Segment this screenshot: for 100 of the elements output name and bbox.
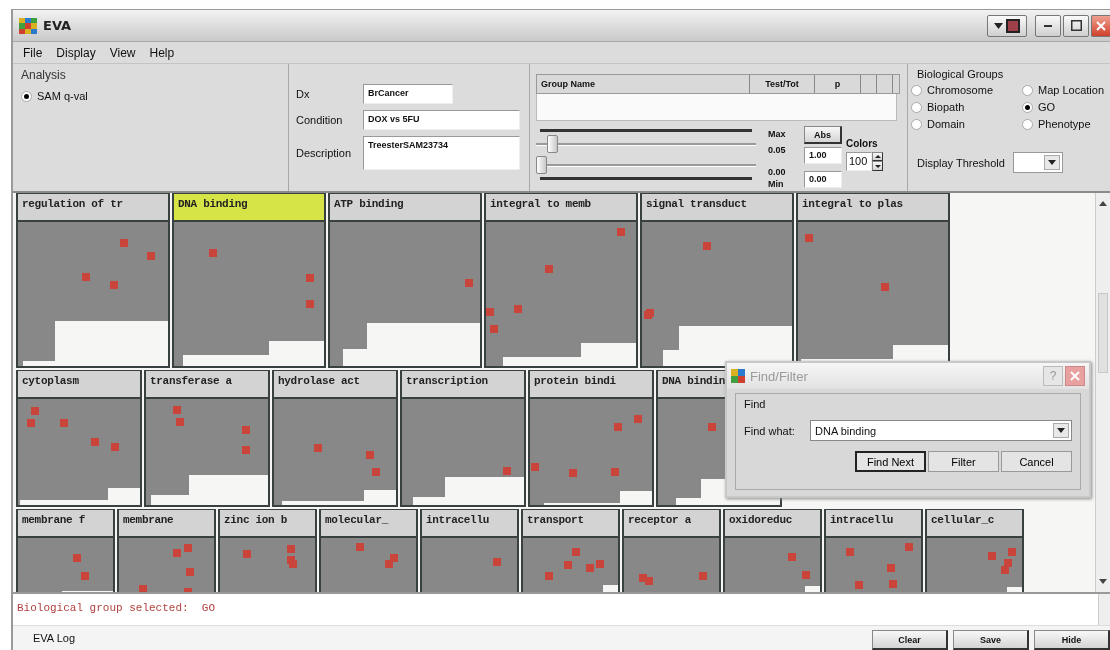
radio-label[interactable]: Phenotype [1038,118,1091,130]
radio-button[interactable] [911,84,922,96]
spinner-field[interactable]: 100 [846,152,872,171]
log-button[interactable]: Hide [1034,630,1110,650]
data-point [90,438,99,447]
radio-button[interactable] [1022,101,1033,113]
close-button[interactable] [1091,14,1110,37]
log-button[interactable]: Save [953,630,1029,650]
tile-title[interactable]: intracellu [826,510,921,538]
tile-title[interactable]: hydrolase act [274,371,396,399]
radio-label[interactable]: GO [1038,101,1056,113]
text-field[interactable]: 0.00 [804,171,842,188]
data-point [30,406,39,415]
data-point [59,419,68,428]
menu-item[interactable]: Help [149,45,175,60]
radio-button[interactable] [911,101,922,113]
tile-title[interactable]: cellular_c [927,510,1022,538]
data-point [708,423,717,432]
vertical-scrollbar[interactable] [1095,193,1110,592]
menu-item[interactable]: View [109,45,136,60]
text-field[interactable]: BrCancer [363,84,453,104]
window-title: EVA [43,18,72,33]
data-point [146,251,155,260]
minimize-button[interactable] [1035,14,1061,37]
radio-button[interactable] [21,90,32,102]
radio-button[interactable] [911,118,922,130]
field-label: Description [296,147,353,159]
tile-title[interactable]: integral to memb [486,194,636,222]
tile-title[interactable]: receptor a [624,510,719,538]
tile-title[interactable]: signal transduct [642,194,792,222]
find-what-combo[interactable]: DNA binding [810,420,1072,441]
data-point [365,450,374,459]
spin-down-button[interactable] [872,161,883,171]
menu-item[interactable]: File [23,45,43,60]
tile-title[interactable]: protein bindi [530,371,652,399]
tile-title[interactable]: transport [523,510,618,538]
threshold-dropdown[interactable] [1012,152,1063,173]
slider-thumb[interactable] [546,135,558,153]
column-header[interactable]: Group Name [537,75,750,93]
tile-title[interactable]: membrane f [18,510,113,538]
data-point [372,467,381,476]
radio-button[interactable] [1022,84,1033,96]
vertical-scrollbar[interactable] [1098,594,1110,625]
slider[interactable] [536,156,756,174]
text-field[interactable]: TreesterSAM23734 [363,136,520,170]
maximize-button[interactable] [1063,14,1089,37]
max-value: 0.05 [768,144,787,156]
slider-thumb[interactable] [536,156,547,174]
tile-title[interactable]: integral to plas [798,194,948,222]
window-menu-button[interactable] [987,14,1027,37]
tile-title[interactable]: ATP binding [330,194,480,222]
app-icon [731,369,745,383]
text-field[interactable]: DOX vs 5FU [363,110,520,130]
radio-button[interactable] [1022,118,1033,130]
tile-title[interactable]: oxidoreduc [725,510,820,538]
tile-title[interactable]: transferase a [146,371,268,399]
tile-title[interactable]: DNA binding [174,194,324,222]
close-button[interactable] [1065,366,1085,386]
close-icon [1096,20,1106,31]
radio-label[interactable]: Biopath [927,101,965,113]
data-point [530,463,539,472]
tile-title[interactable]: zinc ion b [220,510,315,538]
radio-label[interactable]: Map Location [1038,84,1105,96]
data-point [596,559,605,568]
data-point [175,418,184,427]
data-point [571,547,580,556]
radio-label[interactable]: Domain [927,118,965,130]
tile-title[interactable]: molecular_ [321,510,416,538]
tile-title[interactable]: membrane [119,510,214,538]
data-point [545,572,554,581]
minimize-icon [1044,24,1052,27]
field-label: Condition [296,114,344,126]
radio-label[interactable]: SAM q-val [37,90,88,102]
data-point [208,248,217,257]
field-label: Find what: [744,424,796,437]
column-header[interactable]: Test/Tot [750,75,815,93]
data-point [287,545,296,554]
tile-title[interactable]: intracellu [422,510,517,538]
data-point [390,553,399,562]
dialog-button[interactable]: Cancel [1001,451,1072,472]
data-point [702,241,711,250]
log-button[interactable]: Clear [872,630,948,650]
text-field[interactable]: 1.00 [804,147,842,164]
data-point [846,547,855,556]
group-title: Biological Groups [917,68,1005,80]
data-point [1004,558,1013,567]
tile-title[interactable]: cytoplasm [18,371,140,399]
menu-item[interactable]: Display [56,45,96,60]
abs-button[interactable]: Abs [804,126,842,144]
dialog-button[interactable]: Filter [928,451,999,472]
data-point [185,568,194,577]
radio-label[interactable]: Chromosome [927,84,994,96]
slider[interactable] [536,135,756,153]
dialog-button[interactable]: Find Next [855,451,926,472]
column-header[interactable]: p [815,75,861,93]
min-value: 0.00 [768,166,787,178]
data-point [544,265,553,274]
data-point [616,228,625,237]
tile-title[interactable]: regulation of tr [18,194,168,222]
tile-title[interactable]: transcription [402,371,524,399]
